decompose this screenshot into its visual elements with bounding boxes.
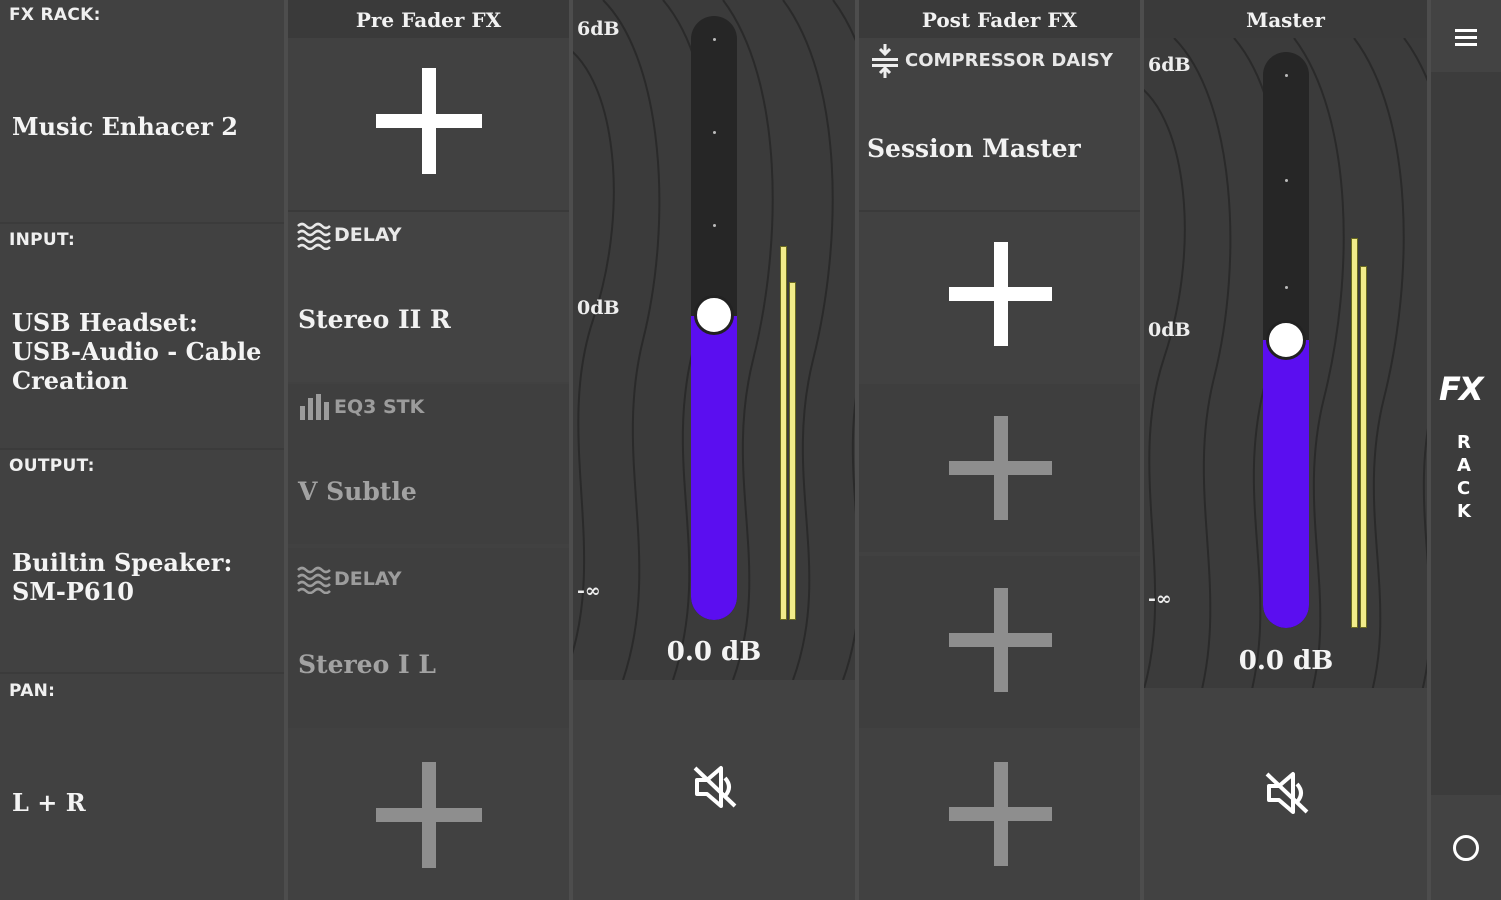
pre-fx-3-name: DELAY [334, 568, 402, 590]
waves-icon [297, 222, 331, 250]
bars-icon [300, 394, 329, 420]
channel-6db-label: 6dB [577, 18, 620, 40]
fx-logo: FX [1439, 370, 1484, 408]
menu-icon [1455, 29, 1477, 46]
mute-icon[interactable] [691, 764, 739, 810]
pre-fx-1-preset: Stereo II R [298, 305, 451, 334]
master-title: Master [1144, 0, 1427, 38]
add-post-fx-button[interactable] [949, 242, 1052, 346]
post-fader-title: Post Fader FX [859, 0, 1140, 38]
fx-rack-label: FX RACK: [9, 5, 101, 25]
master-mute-icon[interactable] [1263, 770, 1311, 816]
fx-rack-name[interactable]: Music Enhacer 2 [12, 112, 238, 141]
channel-meter-right [789, 282, 796, 620]
rack-letter-c: C [1457, 478, 1471, 499]
add-pre-fx-button-2[interactable] [376, 762, 482, 868]
channel-db-value: 0.0 dB [666, 637, 762, 667]
channel-fader-fill [691, 316, 737, 620]
master-fader-knob[interactable] [1266, 320, 1306, 360]
pre-fader-panel: Pre Fader FX DELAY Stereo II R EQ3 STK V… [288, 0, 569, 900]
master-min-label: -∞ [1148, 588, 1172, 610]
rack-letter-r: R [1457, 432, 1471, 453]
add-post-fx-button-4[interactable] [949, 762, 1052, 866]
master-strip: Master 6dB 0dB -∞ 0.0 dB [1144, 0, 1427, 900]
rack-letter-a: A [1457, 455, 1471, 476]
channel-strip: 6dB 0dB -∞ 0.0 dB [573, 0, 855, 900]
pre-fx-2-preset: V Subtle [298, 477, 417, 506]
input-label: INPUT: [9, 230, 76, 250]
pre-fx-slot-1[interactable]: DELAY Stereo II R [288, 212, 569, 382]
post-fx-slot-1[interactable]: COMPRESSOR DAISY Session Master [859, 38, 1140, 210]
channel-0db-label: 0dB [577, 297, 620, 319]
post-fader-panel: Post Fader FX COMPRESSOR DAISY Session M… [859, 0, 1140, 900]
pre-fx-slot-3[interactable]: DELAY Stereo I L [288, 548, 569, 728]
channel-min-label: -∞ [577, 580, 601, 602]
waves-icon [297, 566, 331, 594]
pre-fx-1-name: DELAY [334, 224, 402, 246]
master-0db-label: 0dB [1148, 319, 1191, 341]
menu-button[interactable] [1431, 0, 1501, 72]
master-fader-fill [1263, 340, 1309, 628]
add-pre-fx-button[interactable] [376, 68, 482, 174]
master-6db-label: 6dB [1148, 54, 1191, 76]
post-fx-1-preset: Session Master [867, 134, 1081, 163]
pre-fx-2-name: EQ3 STK [334, 396, 425, 418]
right-sidebar: FX R A C K [1431, 0, 1501, 900]
pan-value[interactable]: L + R [12, 788, 86, 817]
add-post-fx-button-3[interactable] [949, 588, 1052, 692]
rack-info-panel: FX RACK: Music Enhacer 2 INPUT: USB Head… [0, 0, 284, 900]
pre-fx-3-preset: Stereo I L [298, 650, 436, 679]
master-meter-right [1360, 266, 1367, 628]
output-label: OUTPUT: [9, 456, 95, 476]
post-fx-1-name: COMPRESSOR DAISY [905, 50, 1113, 71]
channel-fader-knob[interactable] [694, 295, 734, 335]
input-device[interactable]: USB Headset: USB-Audio - Cable Creation [12, 308, 272, 395]
add-post-fx-button-2[interactable] [949, 416, 1052, 520]
bottom-nav-area [1431, 795, 1501, 900]
rack-letter-k: K [1457, 501, 1471, 522]
master-db-value: 0.0 dB [1238, 646, 1334, 676]
pre-fx-slot-2[interactable]: EQ3 STK V Subtle [288, 384, 569, 544]
channel-meter-left [780, 246, 787, 620]
fx-rack-tab[interactable]: FX R A C K [1431, 90, 1501, 795]
pre-fader-title: Pre Fader FX [288, 0, 569, 38]
circle-icon[interactable] [1453, 835, 1479, 861]
master-meter-left [1351, 238, 1358, 628]
compress-icon [872, 44, 898, 78]
pan-label: PAN: [9, 681, 56, 701]
output-device[interactable]: Builtin Speaker: SM-P610 [12, 548, 252, 606]
